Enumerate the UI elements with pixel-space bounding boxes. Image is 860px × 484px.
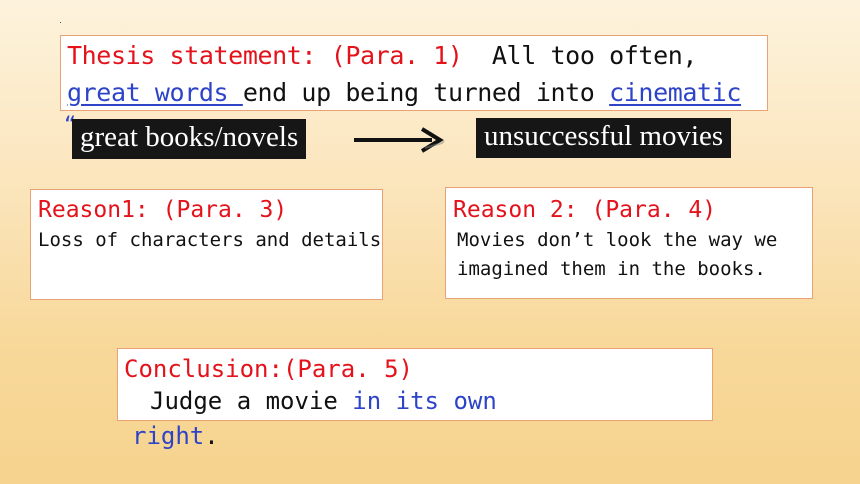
reason2-heading: Reason 2: (Para. 4): [453, 197, 717, 223]
decorative-dot: [60, 22, 61, 23]
conclusion-box: Conclusion:(Para. 5) Judge a movie in it…: [117, 348, 713, 421]
thesis-box: Thesis statement: (Para. 1) All too ofte…: [60, 35, 768, 111]
reason2-body-line-2: imagined them in the books.: [457, 258, 766, 280]
arrow-right-icon: [354, 127, 445, 153]
thesis-link-great-words[interactable]: great words: [67, 78, 243, 107]
thesis-text-1: All too often,: [491, 41, 698, 70]
reason1-body: Loss of characters and details: [38, 229, 382, 251]
reason2-box: Reason 2: (Para. 4) Movies don’t look th…: [445, 187, 813, 299]
reason1-box: Reason1: (Para. 3) Loss of characters an…: [30, 189, 383, 300]
conclusion-line-1: Judge a movie in its own: [124, 385, 712, 417]
thesis-label: Thesis statement: (Para. 1): [67, 41, 463, 70]
conclusion-text-1: Judge a movie: [150, 387, 353, 415]
tag-unsuccessful-movies: unsuccessful movies: [476, 118, 732, 158]
conclusion-highlight-1: in its own: [352, 387, 497, 415]
reason2-body-line-1: Movies don’t look the way we: [457, 229, 778, 251]
conclusion-line-2: right.: [132, 420, 219, 452]
tag-great-books: great books/novels: [72, 119, 307, 159]
thesis-link-cinematic[interactable]: cinematic: [609, 78, 741, 107]
conclusion-text-2: .: [204, 422, 219, 450]
reason1-heading: Reason1: (Para. 3): [38, 197, 288, 223]
conclusion-heading: Conclusion:(Para. 5): [124, 355, 413, 383]
conclusion-highlight-2: right: [132, 422, 205, 450]
thesis-text-2: end up being turned into: [242, 78, 610, 107]
